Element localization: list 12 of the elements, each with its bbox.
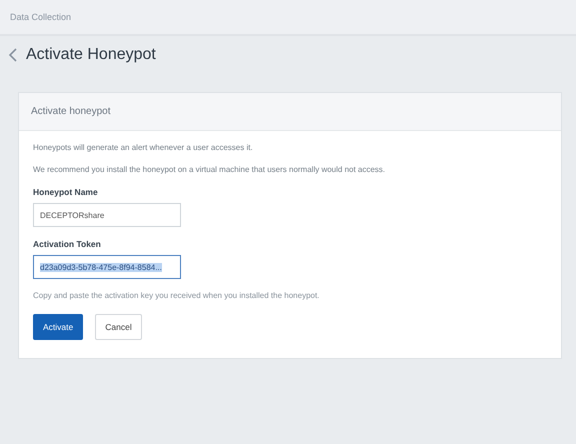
help-text: Copy and paste the activation key you received when you installed the honeypot. — [33, 291, 320, 300]
back-icon[interactable] — [8, 47, 18, 63]
text-field[interactable]: d23a09d3-5b78-475e-8f94-8584... — [33, 255, 181, 279]
page-title: Activate Honeypot — [26, 46, 156, 64]
field-label: Honeypot Name — [33, 187, 99, 197]
description-text: Honeypots will generate an alert whenever a user accesses it. — [33, 143, 254, 152]
text-field[interactable]: DECEPTORshare — [33, 203, 181, 227]
cancel-button[interactable]: Cancel — [95, 314, 142, 340]
field-label: Activation Token — [33, 239, 102, 249]
card-header: Activate honeypot — [19, 93, 561, 131]
activate-button[interactable]: Activate — [33, 314, 84, 340]
description-text: We recommend you install the honeypot on a virtual machine that users normally would not access. — [33, 165, 386, 174]
